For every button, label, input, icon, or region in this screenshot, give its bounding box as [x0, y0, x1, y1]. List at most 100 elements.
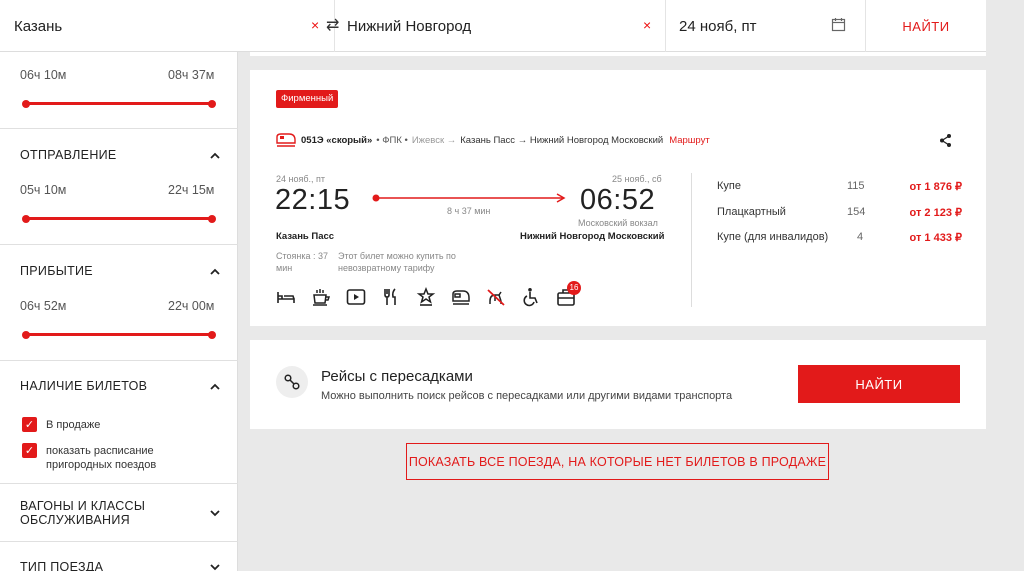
to-field[interactable]: Нижний Новгород	[347, 0, 637, 52]
price-row-coupe[interactable]: Купе 115 от 1 876 ₽	[717, 180, 962, 194]
divider	[691, 173, 692, 307]
car-class: Плацкартный	[717, 206, 786, 218]
price: от 2 123 ₽	[909, 207, 962, 219]
departure-date: 24 нояб., пт	[276, 174, 326, 184]
route-segment: Казань Пасс → Нижний Новгород Московский	[460, 134, 664, 146]
divider	[0, 244, 238, 245]
departure-max: 22ч 15м	[168, 183, 215, 197]
on-sale-label: В продаже	[46, 419, 101, 431]
departure-filter-title[interactable]: ОТПРАВЛЕНИЕ	[20, 148, 117, 162]
train-icon	[276, 133, 296, 147]
chevron-up-icon[interactable]	[208, 151, 222, 161]
to-value: Нижний Новгород	[347, 17, 472, 35]
arrival-min: 06ч 52м	[20, 299, 67, 313]
find-button[interactable]: НАЙТИ	[866, 0, 986, 52]
transfers-subtitle: Можно выполнить поиск рейсов с пересадка…	[321, 390, 733, 402]
departure-min: 05ч 10м	[20, 183, 67, 197]
transfers-find-button[interactable]: НАЙТИ	[798, 365, 960, 403]
route-link[interactable]: Маршрут	[669, 135, 710, 146]
chevron-up-icon[interactable]	[208, 267, 222, 277]
train-type-filter-title[interactable]: ТИП ПОЕЗДА	[20, 560, 103, 571]
departure-slider[interactable]	[22, 214, 216, 223]
on-sale-checkbox[interactable]: ✓	[22, 417, 37, 432]
arrival-max: 22ч 00м	[168, 299, 215, 313]
transfer-icon	[284, 374, 300, 390]
clear-to-icon[interactable]: ×	[643, 17, 651, 33]
fast-train-icon	[452, 290, 470, 305]
travel-time-min: 06ч 10м	[20, 68, 67, 82]
slider-handle-max[interactable]	[208, 99, 216, 108]
filters-sidebar: 06ч 10м 08ч 37м ОТПРАВЛЕНИЕ 05ч 10м 22ч …	[0, 52, 238, 571]
divider	[0, 541, 238, 542]
clear-from-icon[interactable]: ×	[311, 17, 319, 33]
coffee-icon	[313, 289, 331, 306]
departure-time: 22:15	[275, 184, 351, 216]
restaurant-icon	[384, 288, 396, 305]
route-origin: Ижевск →	[411, 134, 457, 146]
slider-handle-min[interactable]	[22, 99, 30, 108]
seat-count: 154	[847, 206, 866, 218]
share-icon[interactable]	[938, 133, 953, 148]
car-class: Купе	[717, 180, 741, 192]
price-row-platzkart[interactable]: Плацкартный 154 от 2 123 ₽	[717, 206, 962, 220]
premium-service-icon	[416, 287, 436, 306]
arrival-date: 25 нояб., сб	[612, 174, 662, 184]
train-route-line: 051Э «скорый» • ФПК • Ижевск → Казань Па…	[276, 133, 710, 147]
search-bar: Казань × ⇄ Нижний Новгород × 24 нояб, пт…	[0, 0, 986, 52]
price: от 1 433 ₽	[909, 232, 962, 244]
divider	[665, 0, 666, 52]
duration: 8 ч 37 мин	[447, 206, 491, 216]
price: от 1 876 ₽	[909, 181, 962, 193]
divider	[0, 483, 238, 484]
suburban-checkbox[interactable]: ✓	[22, 443, 37, 458]
price-row-coupe-disabled[interactable]: Купе (для инвалидов) 4 от 1 433 ₽	[717, 231, 962, 245]
car-class: Купе (для инвалидов)	[717, 231, 829, 243]
cars-filter-title-line1[interactable]: ВАГОНЫ И КЛАССЫ	[20, 499, 145, 513]
no-pets-icon	[487, 289, 505, 306]
date-field[interactable]: 24 нояб, пт	[679, 0, 819, 52]
tickets-filter-title[interactable]: НАЛИЧИЕ БИЛЕТОВ	[20, 379, 147, 393]
from-field[interactable]: Казань	[14, 0, 314, 52]
arrival-time: 06:52	[580, 184, 656, 216]
transfers-title: Рейсы с пересадками	[321, 368, 473, 385]
travel-time-max: 08ч 37м	[168, 68, 215, 82]
slider-handle-max[interactable]	[208, 214, 216, 223]
luggage-count-badge: 16	[567, 281, 581, 295]
seat-count: 115	[847, 180, 865, 192]
arrival-filter-title[interactable]: ПРИБЫТИЕ	[20, 264, 93, 278]
slider-handle-min[interactable]	[22, 330, 30, 339]
fare-note-line2: невозвратному тарифу	[338, 263, 435, 273]
cars-filter-title-line2[interactable]: ОБСЛУЖИВАНИЯ	[20, 513, 130, 527]
arrival-station-note: Московский вокзал	[578, 218, 658, 228]
journey-line	[372, 193, 566, 203]
chevron-down-icon[interactable]	[208, 562, 222, 571]
divider	[0, 360, 238, 361]
calendar-icon[interactable]	[831, 17, 846, 32]
stop-duration-line2: мин	[276, 263, 293, 273]
seat-count: 4	[857, 231, 864, 243]
branded-badge: Фирменный	[276, 90, 339, 108]
previous-card-edge	[250, 52, 986, 56]
chevron-down-icon[interactable]	[208, 508, 222, 518]
divider	[0, 128, 238, 129]
arrival-slider[interactable]	[22, 330, 216, 339]
departure-station: Казань Пасс	[276, 231, 335, 242]
travel-time-slider[interactable]	[22, 99, 216, 108]
bed-icon	[277, 292, 295, 303]
show-all-trains-button[interactable]: ПОКАЗАТЬ ВСЕ ПОЕЗДА, НА КОТОРЫЕ НЕТ БИЛЕ…	[406, 443, 829, 480]
slider-handle-min[interactable]	[22, 214, 30, 223]
fare-note-line1: Этот билет можно купить по	[338, 251, 456, 261]
train-number: 051Э «скорый»	[301, 134, 373, 146]
carrier: • ФПК •	[376, 134, 408, 146]
multimedia-icon	[346, 289, 366, 305]
date-value: 24 нояб, пт	[679, 17, 757, 35]
suburban-label-line2: пригородных поездов	[46, 459, 157, 471]
suburban-label-line1: показать расписание	[46, 445, 154, 457]
slider-handle-max[interactable]	[208, 330, 216, 339]
stop-duration-line1: Стоянка : 37	[276, 251, 329, 261]
chevron-up-icon[interactable]	[208, 382, 222, 392]
wheelchair-icon	[523, 288, 538, 307]
arrival-station: Нижний Новгород Московский	[520, 231, 665, 242]
from-value: Казань	[14, 17, 63, 35]
swap-icon[interactable]: ⇄	[326, 15, 339, 35]
